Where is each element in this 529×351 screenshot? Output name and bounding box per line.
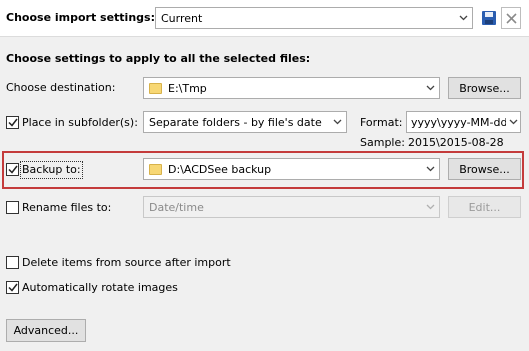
format-label: Format: — [360, 116, 403, 129]
chevron-down-icon — [328, 112, 346, 132]
format-value: yyyy\yyyy-MM-dd — [411, 115, 506, 129]
rename-edit-button[interactable]: Edit... — [448, 196, 521, 218]
format-dropdown[interactable]: yyyy\yyyy-MM-dd — [406, 111, 521, 133]
destination-label: Choose destination: — [6, 81, 116, 94]
chevron-down-icon — [421, 197, 439, 217]
sample-label: Sample: — [360, 136, 405, 149]
auto-rotate-label: Automatically rotate images — [22, 281, 178, 294]
subfolder-value: Separate folders - by file's date — [149, 115, 322, 129]
sample-value: 2015\2015-08-28 — [408, 136, 504, 149]
chevron-down-icon — [506, 112, 520, 132]
rename-label: Rename files to: — [22, 201, 112, 214]
delete-source-label: Delete items from source after import — [22, 256, 231, 269]
checkmark-icon — [7, 165, 18, 174]
chevron-down-icon — [454, 8, 472, 28]
backup-checkbox[interactable] — [6, 163, 19, 176]
import-settings-dropdown[interactable]: Current — [155, 7, 473, 29]
folder-icon — [149, 82, 162, 94]
backup-dropdown[interactable]: D:\ACDSee backup — [143, 158, 440, 180]
destination-dropdown[interactable]: E:\Tmp — [143, 77, 440, 99]
destination-browse-button[interactable]: Browse... — [448, 77, 521, 99]
delete-settings-button[interactable] — [501, 7, 521, 29]
subfolder-dropdown[interactable]: Separate folders - by file's date — [143, 111, 347, 133]
chevron-down-icon — [421, 78, 439, 98]
checkmark-icon — [7, 118, 18, 127]
rename-checkbox[interactable] — [6, 201, 19, 214]
subfolder-checkbox[interactable] — [6, 116, 19, 129]
rename-value: Date/time — [149, 200, 204, 214]
backup-value: D:\ACDSee backup — [168, 162, 272, 176]
advanced-button[interactable]: Advanced... — [6, 319, 86, 342]
section-heading: Choose settings to apply to all the sele… — [6, 52, 311, 65]
checkmark-icon — [7, 283, 18, 292]
folder-icon — [149, 163, 162, 175]
chevron-down-icon — [421, 159, 439, 179]
destination-value: E:\Tmp — [168, 81, 207, 95]
import-settings-label: Choose import settings: — [6, 11, 155, 24]
backup-browse-button[interactable]: Browse... — [448, 158, 521, 180]
rename-dropdown[interactable]: Date/time — [143, 196, 440, 218]
backup-label: Backup to: — [20, 161, 83, 179]
close-icon — [505, 12, 517, 24]
delete-source-checkbox[interactable] — [6, 256, 19, 269]
floppy-disk-icon — [482, 11, 496, 25]
subfolder-label: Place in subfolder(s): — [22, 116, 138, 129]
save-settings-button[interactable] — [479, 7, 499, 29]
import-settings-value: Current — [161, 11, 203, 25]
auto-rotate-checkbox[interactable] — [6, 281, 19, 294]
